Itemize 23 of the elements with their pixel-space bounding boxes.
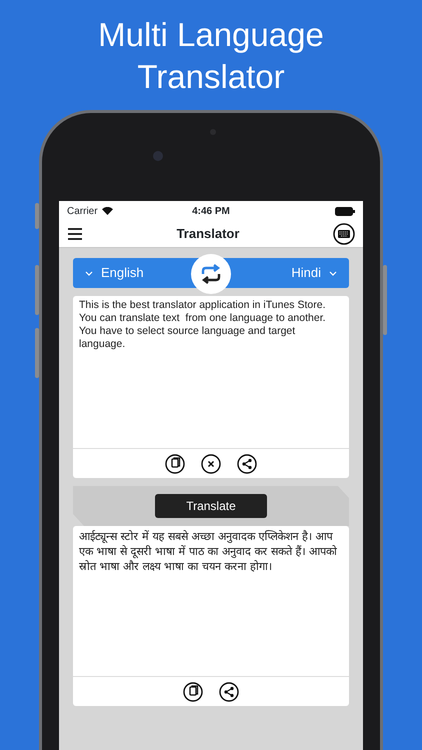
clock: 4:46 PM <box>192 204 230 218</box>
copy-icon[interactable] <box>165 454 185 474</box>
swap-icon <box>200 264 222 284</box>
share-icon[interactable] <box>237 454 257 474</box>
share-icon[interactable] <box>219 682 239 702</box>
carrier-label: Carrier <box>67 204 98 218</box>
chevron-icon <box>329 270 337 276</box>
headline: Multi Language Translator <box>97 15 325 97</box>
chevron-icon <box>85 270 93 276</box>
keyboard-icon[interactable] <box>332 223 355 245</box>
target-language-dropdown[interactable]: Hindi <box>291 263 337 283</box>
camera <box>153 151 163 161</box>
screen-title: Translator <box>176 225 240 244</box>
translate-button[interactable]: Translate <box>155 494 267 518</box>
copy-icon[interactable] <box>183 682 203 702</box>
swap-languages-button[interactable] <box>191 254 231 294</box>
translated-text: आईट्यून्स स्टोर में यह सबसे अच्छा अनुवादक एप्लिकेशन है। आप एक भाषा से दूसरी भाषा में पाठ का अनुवाद कर सकते हैं। आपको स्रोत भाषा और लक्ष्य भाषा का चयन करना होगा। <box>78 529 338 575</box>
wifi-icon <box>102 207 113 215</box>
battery-icon <box>334 206 355 216</box>
source-text-field[interactable]: This is the best translator application in iTunes Store. You can translate text from one language to another. You have to select source language and target language. <box>73 296 349 448</box>
source-language-dropdown[interactable]: English <box>85 263 144 283</box>
menu-icon[interactable] <box>67 228 83 240</box>
clear-icon[interactable] <box>201 454 221 474</box>
